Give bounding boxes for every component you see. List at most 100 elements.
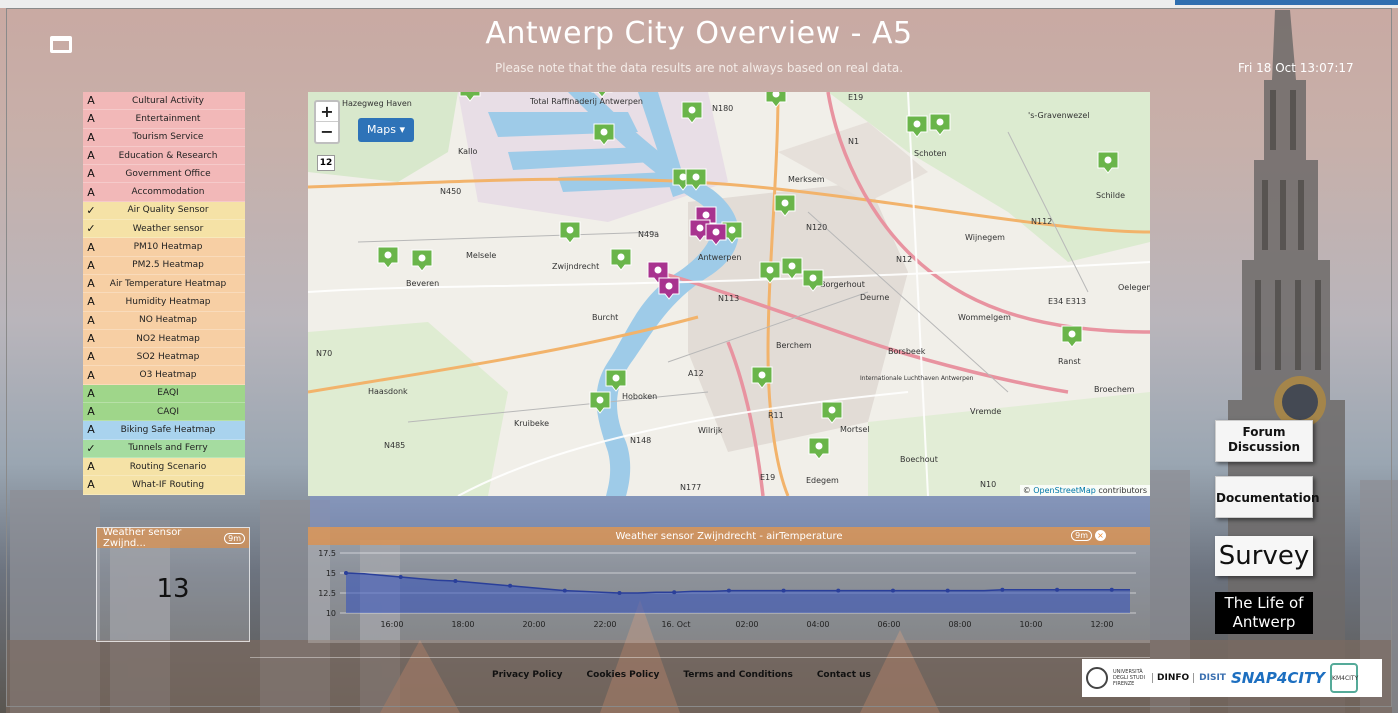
x-tick-label: 02:00 xyxy=(735,620,758,629)
menu-item[interactable]: A SO2 Heatmap xyxy=(83,348,245,367)
data-point[interactable] xyxy=(398,575,403,579)
maps-dropdown-button[interactable]: Maps ▾ xyxy=(358,118,414,142)
menu-item[interactable]: A PM10 Heatmap xyxy=(83,238,245,257)
map-label: Merksem xyxy=(788,175,825,184)
snap4city-logo: SNAP4CITY xyxy=(1230,669,1326,687)
data-point[interactable] xyxy=(836,588,841,593)
map-label: N49a xyxy=(638,230,659,239)
menu-item[interactable]: A Tourism Service xyxy=(83,128,245,147)
osm-link[interactable]: OpenStreetMap xyxy=(1033,486,1096,495)
menu-item-label: Tunnels and Ferry xyxy=(128,443,208,454)
data-point[interactable] xyxy=(508,583,513,588)
menu-item[interactable]: ✓ Tunnels and Ferry xyxy=(83,439,245,458)
data-point[interactable] xyxy=(562,588,567,593)
map-label: Zwijndrecht xyxy=(552,262,599,271)
map-label: Borgerhout xyxy=(820,280,865,289)
zoom-out-button[interactable]: − xyxy=(316,122,338,142)
map-label: Edegem xyxy=(806,476,839,485)
data-point[interactable] xyxy=(781,588,786,593)
menu-item[interactable]: A CAQI xyxy=(83,403,245,422)
menu-item[interactable]: A Routing Scenario xyxy=(83,457,245,477)
menu-item-label: What-IF Routing xyxy=(131,479,205,490)
menu-item[interactable]: A EAQI xyxy=(83,384,245,404)
forum-discussion-button[interactable]: Forum Discussion xyxy=(1215,420,1313,462)
arrow-up-icon: A xyxy=(87,112,95,126)
contact-link[interactable]: Contact us xyxy=(817,670,871,680)
menu-item[interactable]: A What-IF Routing xyxy=(83,476,245,495)
temperature-chart: 17.5 15 12.5 10 16:00 18:00 20:00 22:00 16. Oct 0… xyxy=(318,549,1136,629)
menu-item[interactable]: A Humidity Heatmap xyxy=(83,293,245,312)
menu-item[interactable]: ✓ Weather sensor xyxy=(83,220,245,239)
arrow-up-icon: A xyxy=(87,94,95,108)
map-label: N485 xyxy=(384,441,405,450)
arrow-up-icon: A xyxy=(87,167,95,181)
arrow-up-icon: A xyxy=(87,258,95,272)
sensor-marker-icon[interactable] xyxy=(559,221,581,244)
sensor-marker-icon[interactable] xyxy=(808,437,830,460)
widget-title: Weather sensor Zwijnd... xyxy=(103,527,182,549)
map-view[interactable]: Hazegweg Haven Total Raffinaderij Antwer… xyxy=(308,92,1150,496)
terms-link[interactable]: Terms and Conditions xyxy=(683,670,792,680)
sensor-marker-icon[interactable] xyxy=(610,248,632,271)
data-point[interactable] xyxy=(1109,587,1114,592)
data-point[interactable] xyxy=(945,588,950,593)
menu-item[interactable]: A PM2.5 Heatmap xyxy=(83,256,245,275)
check-icon: ✓ xyxy=(86,441,96,455)
x-tick-label: 18:00 xyxy=(451,620,474,629)
chart-refresh-badge: 9m xyxy=(1071,530,1092,541)
cookies-policy-link[interactable]: Cookies Policy xyxy=(587,670,660,680)
page-title: Antwerp City Overview - A5 xyxy=(485,16,913,51)
x-tick-label: 06:00 xyxy=(877,620,900,629)
life-of-antwerp-button[interactable]: The Life of Antwerp xyxy=(1215,592,1313,634)
arrow-up-icon: A xyxy=(87,350,95,364)
arrow-up-icon: A xyxy=(87,478,95,492)
map-label: Deurne xyxy=(860,293,889,302)
zoom-in-button[interactable]: + xyxy=(316,102,338,122)
menu-item[interactable]: A Government Office xyxy=(83,165,245,184)
map-label: N112 xyxy=(1031,217,1052,226)
sensor-marker-icon[interactable] xyxy=(377,246,399,269)
data-point[interactable] xyxy=(672,590,677,595)
disit-logo: DISIT xyxy=(1199,673,1226,683)
menu-item[interactable]: A Biking Safe Heatmap xyxy=(83,421,245,440)
refresh-badge: 9m xyxy=(224,532,245,544)
x-tick-label: 16:00 xyxy=(380,620,403,629)
survey-button[interactable]: Survey xyxy=(1215,536,1313,576)
menu-item[interactable]: A Education & Research xyxy=(83,146,245,166)
menu-item[interactable]: A Entertainment xyxy=(83,110,245,129)
sensor-marker-icon[interactable] xyxy=(1061,325,1083,348)
documentation-button[interactable]: Documentation xyxy=(1215,476,1320,518)
menu-item[interactable]: A NO Heatmap xyxy=(83,311,245,330)
privacy-policy-link[interactable]: Privacy Policy xyxy=(492,670,563,680)
x-tick-label: 22:00 xyxy=(593,620,616,629)
close-icon[interactable]: × xyxy=(1095,530,1106,541)
menu-item[interactable]: A Air Temperature Heatmap xyxy=(83,274,245,294)
sensor-marker-icon[interactable] xyxy=(411,249,433,272)
menu-item-label: Air Temperature Heatmap xyxy=(109,278,227,289)
map-label: N177 xyxy=(680,483,701,492)
data-point[interactable] xyxy=(890,588,895,593)
menu-item[interactable]: A Accommodation xyxy=(83,183,245,202)
menu-item[interactable]: A O3 Heatmap xyxy=(83,366,245,385)
menu-item[interactable]: A Cultural Activity xyxy=(83,92,245,111)
menu-item[interactable]: A NO2 Heatmap xyxy=(83,329,245,349)
data-point[interactable] xyxy=(1055,587,1060,592)
map-label: Internationale Luchthaven Antwerpen xyxy=(860,375,974,382)
map-label: Ranst xyxy=(1058,357,1081,366)
km4city-logo: KM4CITY xyxy=(1330,663,1358,693)
x-tick-label: 10:00 xyxy=(1019,620,1042,629)
data-point[interactable] xyxy=(617,591,622,595)
sensor-value-widget: Weather sensor Zwijnd... 9m 13 xyxy=(96,527,250,642)
chart-widget-header: Weather sensor Zwijndrecht - airTemperat… xyxy=(308,527,1150,545)
menu-item-label: Cultural Activity xyxy=(132,95,204,106)
menu-item[interactable]: ✓ Air Quality Sensor xyxy=(83,201,245,221)
data-point[interactable] xyxy=(344,571,348,575)
data-point[interactable] xyxy=(726,588,731,593)
data-point[interactable] xyxy=(453,579,458,583)
y-tick-label: 15 xyxy=(326,569,336,578)
sensor-marker-icon[interactable] xyxy=(765,92,787,108)
x-tick-label: 20:00 xyxy=(522,620,545,629)
arrow-up-icon: A xyxy=(87,277,95,291)
menu-item-label: NO2 Heatmap xyxy=(136,333,200,344)
data-point[interactable] xyxy=(1000,587,1005,592)
